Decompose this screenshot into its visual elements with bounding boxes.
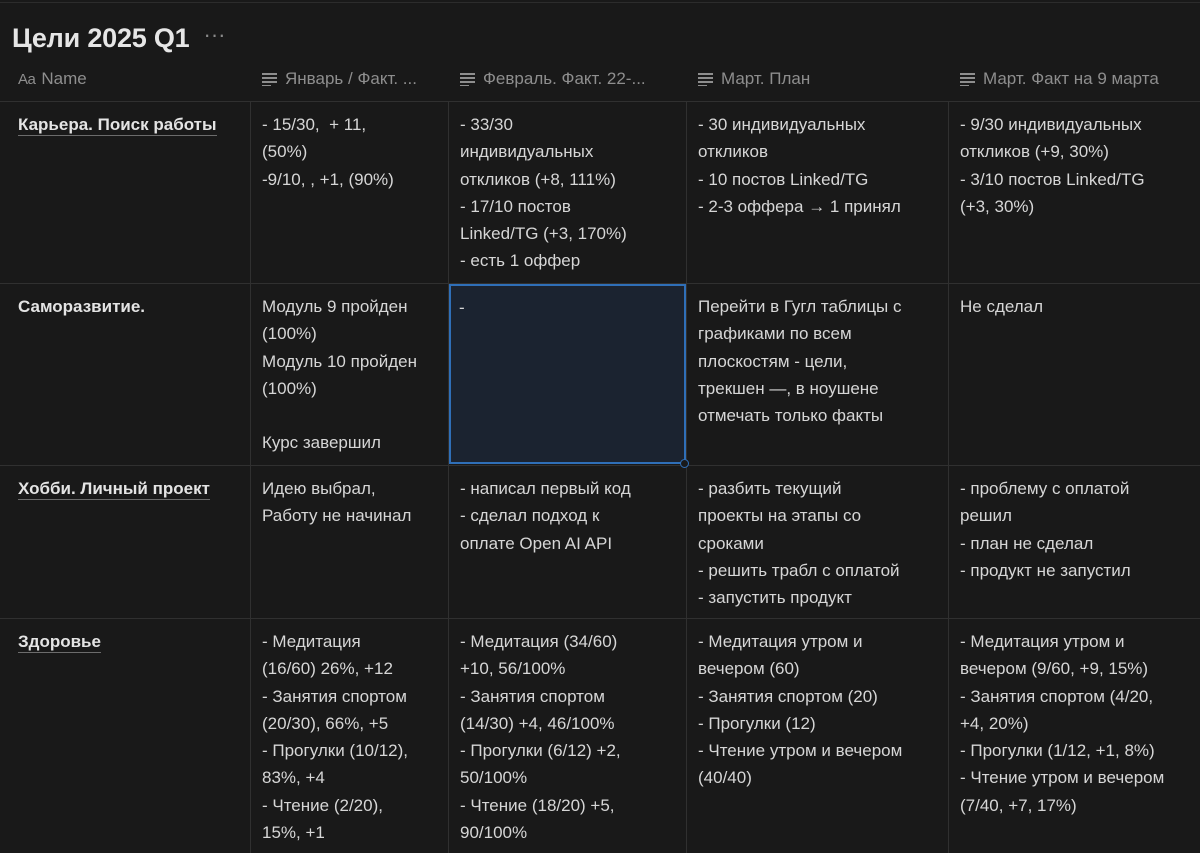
cell-march-fact[interactable]: - Медитация утром и вечером (9/60, +9, 1…	[950, 618, 1200, 853]
column-header-january[interactable]: Январь / Факт. ...	[262, 57, 442, 101]
column-header-label: Январь / Факт. ...	[285, 69, 417, 88]
cell-march-fact[interactable]: - проблему с оплатой решил - план не сде…	[950, 465, 1200, 618]
cell-january[interactable]: Модуль 9 пройден (100%) Модуль 10 пройде…	[252, 283, 448, 465]
cell-march-plan[interactable]: - 30 индивидуальных откликов - 10 постов…	[688, 101, 948, 283]
cell-march-plan[interactable]: - разбить текущий проекты на этапы со ср…	[688, 465, 948, 618]
title-row: Цели 2025 Q1 ···	[12, 18, 226, 58]
row-title-self-development[interactable]: Саморазвитие.	[18, 297, 145, 317]
table-row: Здоровье - Медитация (16/60) 26%, +12 - …	[0, 618, 1200, 853]
table-row: Хобби. Личный проект Идею выбрал, Работу…	[0, 465, 1200, 619]
cell-february[interactable]: - написал первый код - сделал подход к о…	[450, 465, 686, 618]
cell-january[interactable]: Идею выбрал, Работу не начинал	[252, 465, 448, 618]
row-name-cell[interactable]: Саморазвитие.	[0, 283, 250, 465]
row-name-cell[interactable]: Здоровье	[0, 618, 250, 853]
top-divider	[0, 2, 1200, 3]
column-header-label: Name	[41, 69, 87, 88]
text-property-icon	[460, 72, 475, 86]
cell-march-fact[interactable]: - 9/30 индивидуальных откликов (+9, 30%)…	[950, 101, 1200, 283]
column-header-march-fact[interactable]: Март. Факт на 9 марта	[960, 57, 1200, 101]
text-property-icon	[262, 72, 277, 86]
row-name-cell[interactable]: Хобби. Личный проект	[0, 465, 250, 618]
column-header-label: Февраль. Факт. 22-...	[483, 69, 646, 88]
cell-february[interactable]: - Медитация (34/60) +10, 56/100% - Занят…	[450, 618, 686, 853]
cell-january[interactable]: - Медитация (16/60) 26%, +12 - Занятия с…	[252, 618, 448, 853]
row-title-career[interactable]: Карьера. Поиск работы	[18, 115, 217, 136]
row-name-cell[interactable]: Карьера. Поиск работы	[0, 101, 250, 283]
table-row: Карьера. Поиск работы - 15/30, + 11, (50…	[0, 101, 1200, 284]
column-header-name[interactable]: Aa Name	[18, 57, 248, 101]
column-header-march-plan[interactable]: Март. План	[698, 57, 938, 101]
cell-february-selected[interactable]: -	[449, 284, 686, 464]
row-title-hobby[interactable]: Хобби. Личный проект	[18, 479, 210, 500]
cell-march-fact[interactable]: Не сделал	[950, 283, 1200, 465]
table-row: Саморазвитие. Модуль 9 пройден (100%) Мо…	[0, 283, 1200, 466]
column-header-february[interactable]: Февраль. Факт. 22-...	[460, 57, 680, 101]
cell-february[interactable]: - 33/30 индивидуальных откликов (+8, 111…	[450, 101, 686, 283]
column-header-label: Март. План	[721, 69, 811, 88]
table-header: Aa Name Январь / Факт. ... Февраль. Факт…	[0, 57, 1200, 102]
cell-march-plan[interactable]: - Медитация утром и вечером (60) - Занят…	[688, 618, 948, 853]
column-header-label: Март. Факт на 9 марта	[983, 69, 1159, 88]
title-property-icon: Aa	[18, 70, 36, 88]
more-options-icon[interactable]: ···	[204, 24, 226, 52]
cell-march-plan[interactable]: Перейти в Гугл таблицы с графиками по вс…	[688, 283, 948, 465]
page-title[interactable]: Цели 2025 Q1	[12, 23, 190, 54]
text-property-icon	[698, 72, 713, 86]
row-title-health[interactable]: Здоровье	[18, 632, 101, 653]
cell-january[interactable]: - 15/30, + 11, (50%) -9/10, , +1, (90%)	[252, 101, 448, 283]
database-page: Цели 2025 Q1 ··· Aa Name Январь / Факт. …	[0, 0, 1200, 853]
text-property-icon	[960, 72, 975, 86]
